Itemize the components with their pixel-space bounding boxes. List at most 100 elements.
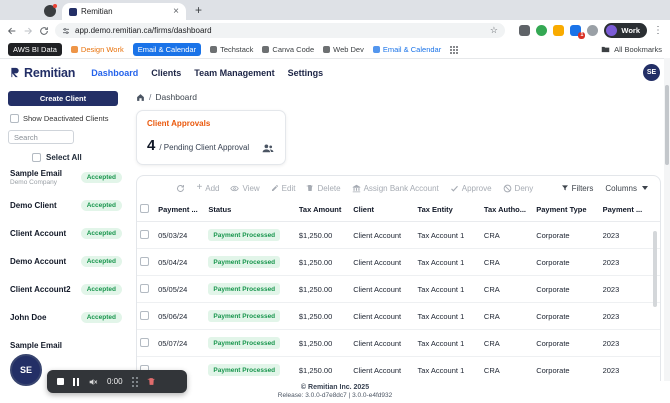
apps-grid-icon[interactable] bbox=[450, 45, 459, 54]
mute-icon[interactable] bbox=[88, 377, 98, 387]
header-payment-date[interactable]: Payment ... bbox=[155, 198, 206, 222]
filters-button[interactable]: Filters bbox=[561, 184, 593, 193]
breadcrumb-page[interactable]: Dashboard bbox=[155, 92, 197, 102]
table-row[interactable]: Payment Processed $1,250.00 Client Accou… bbox=[137, 356, 660, 384]
profile-chip[interactable]: Work bbox=[604, 23, 647, 38]
header-tax-amount[interactable]: Tax Amount bbox=[295, 198, 351, 222]
header-payment-type[interactable]: Payment Type bbox=[533, 198, 600, 222]
nav-item[interactable]: Team Management bbox=[194, 68, 274, 78]
browser-menu-icon[interactable]: ⋮ bbox=[653, 25, 663, 36]
forward-icon[interactable] bbox=[23, 26, 33, 36]
site-settings-icon[interactable] bbox=[62, 27, 70, 35]
cell-payment-date: 05/04/24 bbox=[155, 248, 206, 276]
extension-icon[interactable] bbox=[536, 25, 548, 36]
address-bar[interactable]: app.demo.remitian.ca/firms/dashboard ☆ bbox=[55, 23, 505, 38]
bookmark-item[interactable]: Web Dev bbox=[323, 45, 364, 54]
approve-button[interactable]: Approve bbox=[450, 184, 492, 193]
client-list-item[interactable]: Client Account Accepted bbox=[0, 220, 130, 248]
people-icon bbox=[261, 142, 275, 155]
bookmark-item[interactable]: Techstack bbox=[210, 45, 253, 54]
reload-icon[interactable] bbox=[39, 26, 49, 36]
app-header: Remitian Dashboard Clients Team Manageme… bbox=[0, 59, 670, 86]
cell-payment-year: 2023 bbox=[599, 329, 660, 357]
pinned-extension-icon[interactable] bbox=[44, 4, 57, 17]
table-header-row: Payment ... Status Tax Amount Client Tax… bbox=[137, 198, 660, 222]
edit-button[interactable]: Edit bbox=[271, 184, 295, 193]
create-client-button[interactable]: Create Client bbox=[8, 91, 118, 106]
client-search-input[interactable] bbox=[8, 130, 74, 144]
bookmark-item[interactable]: Email & Calendar bbox=[372, 45, 441, 54]
nav-item[interactable]: Clients bbox=[151, 68, 181, 78]
client-list-item[interactable]: Demo Client Accepted bbox=[0, 192, 130, 220]
cell-checkbox bbox=[137, 221, 156, 249]
extension-icon[interactable] bbox=[553, 25, 565, 36]
row-checkbox[interactable] bbox=[140, 310, 149, 320]
show-deactivated-checkbox[interactable] bbox=[10, 114, 19, 123]
bookmark-item[interactable]: AWS BI Data bbox=[8, 43, 62, 56]
cell-status: Payment Processed bbox=[205, 329, 296, 357]
webcam-bubble[interactable]: SE bbox=[10, 354, 42, 386]
row-checkbox[interactable] bbox=[140, 283, 149, 293]
extension-icon[interactable] bbox=[519, 25, 531, 36]
deny-button[interactable]: Deny bbox=[503, 184, 533, 193]
profile-label: Work bbox=[621, 26, 640, 35]
cell-tax-entity: Tax Account 1 bbox=[414, 302, 481, 330]
client-approvals-card[interactable]: Client Approvals 4 / Pending Client Appr… bbox=[136, 110, 286, 165]
header-status[interactable]: Status bbox=[205, 198, 296, 222]
columns-button[interactable]: Columns bbox=[605, 184, 648, 193]
bookmark-item[interactable]: Canva Code bbox=[262, 45, 314, 54]
add-button[interactable]: + Add bbox=[196, 183, 219, 193]
home-icon[interactable] bbox=[136, 93, 145, 102]
notification-badge: 1 bbox=[578, 32, 586, 39]
nav-item[interactable]: Settings bbox=[288, 68, 324, 78]
stop-recording-button[interactable] bbox=[57, 378, 64, 385]
bookmark-star-icon[interactable]: ☆ bbox=[490, 26, 498, 35]
table-row[interactable]: 05/06/24 Payment Processed $1,250.00 Cli… bbox=[137, 302, 660, 330]
header-select-all-checkbox[interactable] bbox=[140, 204, 149, 213]
app-logo[interactable]: Remitian bbox=[10, 66, 75, 80]
header-tax-authority[interactable]: Tax Autho... bbox=[480, 198, 534, 222]
bookmarks-bar: AWS BI Data Design Work Email & Calendar… bbox=[0, 41, 670, 59]
refresh-button[interactable] bbox=[176, 184, 185, 193]
table-row[interactable]: 05/05/24 Payment Processed $1,250.00 Cli… bbox=[137, 275, 660, 303]
assign-bank-account-button[interactable]: Assign Bank Account bbox=[352, 184, 439, 193]
window-scrollbar-thumb[interactable] bbox=[665, 85, 669, 165]
nav-item[interactable]: Dashboard bbox=[91, 68, 138, 78]
brand-name: Remitian bbox=[24, 65, 76, 80]
header-payment-year[interactable]: Payment ... bbox=[599, 198, 660, 222]
new-tab-button[interactable]: + bbox=[195, 4, 202, 16]
header-tax-entity[interactable]: Tax Entity bbox=[414, 198, 481, 222]
recording-timer: 0:00 bbox=[107, 377, 123, 386]
all-bookmarks-button[interactable]: All Bookmarks bbox=[601, 45, 662, 54]
cell-tax-authority: CRA bbox=[480, 221, 534, 249]
table-row[interactable]: 05/03/24 Payment Processed $1,250.00 Cli… bbox=[137, 221, 660, 249]
client-list-item[interactable]: Client Account2 Accepted bbox=[0, 276, 130, 304]
row-checkbox[interactable] bbox=[140, 256, 149, 266]
extension-icon[interactable] bbox=[587, 25, 599, 36]
drag-handle[interactable] bbox=[131, 376, 138, 387]
browser-tab[interactable]: Remitian × bbox=[62, 3, 186, 20]
back-icon[interactable] bbox=[7, 26, 17, 36]
table-row[interactable]: 05/07/24 Payment Processed $1,250.00 Cli… bbox=[137, 329, 660, 357]
cell-status: Payment Processed bbox=[205, 248, 296, 276]
client-list-item[interactable]: Sample Email Demo Company Accepted bbox=[0, 164, 130, 192]
view-button[interactable]: View bbox=[230, 184, 260, 193]
tab-close-icon[interactable]: × bbox=[173, 6, 179, 17]
extension-icon[interactable]: 1 bbox=[570, 25, 586, 39]
row-checkbox[interactable] bbox=[140, 337, 149, 347]
user-avatar[interactable]: SE bbox=[643, 64, 660, 81]
discard-recording-button[interactable] bbox=[147, 377, 156, 386]
bookmark-item[interactable]: Email & Calendar bbox=[132, 43, 202, 56]
row-checkbox[interactable] bbox=[140, 229, 149, 239]
main-content: / Dashboard Client Approvals 4 / Pending… bbox=[130, 86, 670, 403]
select-all-clients-checkbox[interactable] bbox=[32, 152, 41, 162]
table-row[interactable]: 05/04/24 Payment Processed $1,250.00 Cli… bbox=[137, 248, 660, 276]
bookmark-item[interactable]: Design Work bbox=[70, 45, 124, 54]
client-list-item[interactable]: Demo Account Accepted bbox=[0, 248, 130, 276]
header-client[interactable]: Client bbox=[350, 198, 415, 222]
client-list: Sample Email Demo Company Accepted Demo … bbox=[0, 164, 130, 360]
client-list-item[interactable]: John Doe Accepted bbox=[0, 304, 130, 332]
table-scrollbar[interactable] bbox=[653, 231, 657, 307]
delete-button[interactable]: Delete bbox=[306, 184, 341, 193]
pause-recording-button[interactable] bbox=[73, 377, 79, 386]
